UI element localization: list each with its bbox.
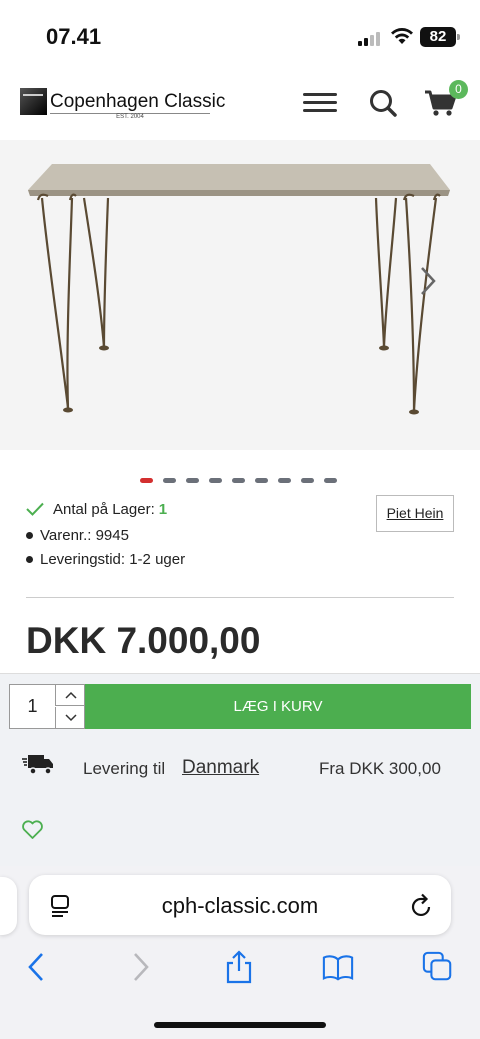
delivery-country-link[interactable]: Danmark [182,757,259,779]
bookmarks-icon[interactable] [322,950,354,984]
divider [26,597,454,598]
site-header: Copenhagen Classic EST. 2004 [0,62,480,140]
gallery-dot[interactable] [255,478,268,483]
delivery-time-row: Leveringstid: 1-2 uger [26,550,456,568]
signal-icon [358,30,382,46]
search-icon[interactable] [366,88,400,118]
gallery-dot[interactable] [278,478,291,483]
delivery-truck-icon [22,755,53,775]
battery-indicator: 82 [420,27,460,47]
home-indicator [154,1022,326,1028]
wifi-icon [391,28,413,44]
quantity-increase-button[interactable] [55,685,85,706]
sku-text: Varenr.: 9945 [40,526,129,544]
chevron-down-icon [64,713,77,721]
previous-tab-preview[interactable] [0,877,17,935]
gallery-pagination [140,478,337,483]
wishlist-heart-icon[interactable] [21,820,44,840]
tabs-icon[interactable] [422,950,454,984]
delivery-label: Levering til [83,759,166,778]
stock-value: 1 [158,500,168,518]
logo-name: Copenhagen Classic [50,90,226,112]
bullet-icon [26,555,33,563]
check-icon [26,502,44,516]
logo-mark [20,88,47,115]
status-bar: 07.41 82 [0,0,480,62]
quantity-stepper[interactable]: 1 [9,684,85,729]
brand-link-button[interactable]: Piet Hein [376,495,454,532]
cart-count-badge: 0 [449,80,468,99]
delivery-price: Fra DKK 300,00 [319,759,441,778]
gallery-dot[interactable] [232,478,245,483]
back-icon[interactable] [21,950,53,984]
stock-label: Antal på Lager: [53,500,155,518]
hamburger-menu-icon[interactable] [303,88,337,118]
gallery-dot[interactable] [209,478,222,483]
chevron-up-icon [64,691,77,699]
reload-icon[interactable] [410,892,434,918]
gallery-next-arrow-icon[interactable] [416,264,440,298]
forward-icon[interactable] [124,950,156,984]
quantity-input[interactable]: 1 [10,685,55,728]
bullet-icon [26,531,33,539]
delivery-time-text: Leveringstid: 1-2 uger [40,550,186,568]
gallery-dot[interactable] [186,478,199,483]
product-image-gallery[interactable] [0,140,480,450]
url-text[interactable]: cph-classic.com [120,893,360,919]
product-image-table [28,164,450,415]
gallery-dot[interactable] [140,478,153,483]
gallery-dot[interactable] [163,478,176,483]
share-icon[interactable] [223,950,255,984]
quantity-decrease-button[interactable] [55,707,85,728]
page-menu-icon[interactable] [50,894,72,918]
gallery-dot[interactable] [301,478,314,483]
logo-est: EST. 2004 [50,112,210,120]
site-logo[interactable]: Copenhagen Classic EST. 2004 [20,88,226,120]
status-time: 07.41 [46,24,102,49]
add-to-cart-button[interactable]: LÆG I KURV [85,684,471,729]
product-price: DKK 7.000,00 [26,620,261,661]
gallery-dot[interactable] [324,478,337,483]
